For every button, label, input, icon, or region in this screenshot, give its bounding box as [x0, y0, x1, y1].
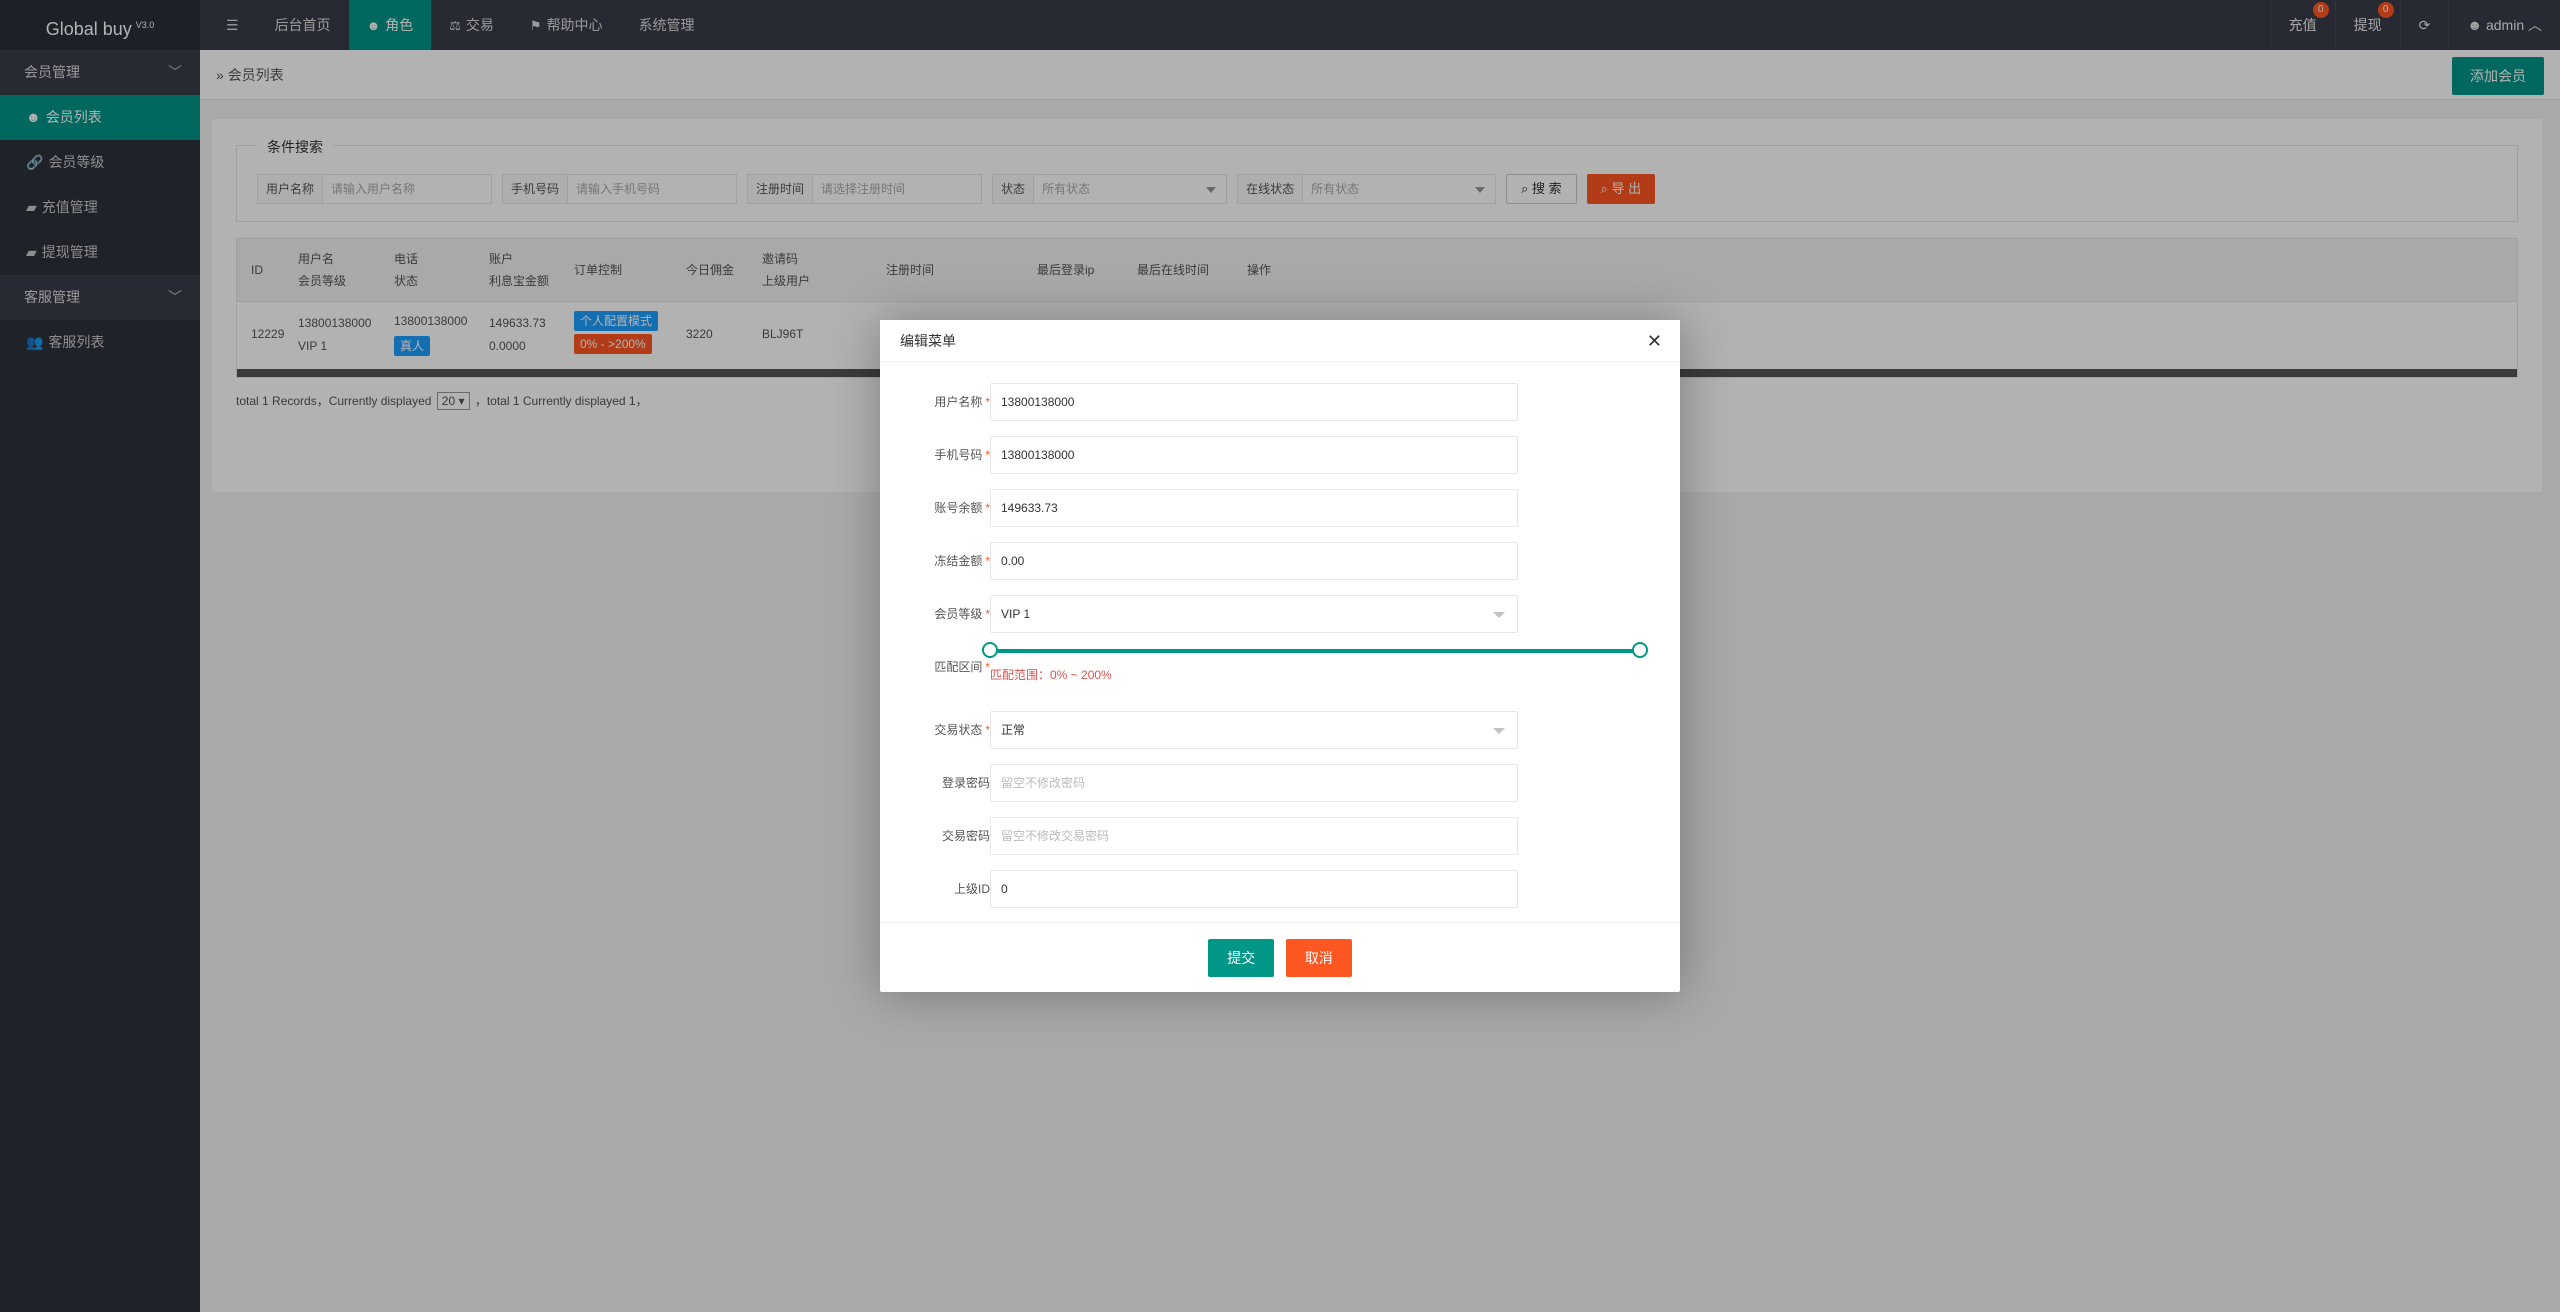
form-row-login-password: 登录密码 留空不修改密码: [880, 764, 1680, 802]
trade-password-field[interactable]: 留空不修改交易密码: [990, 817, 1518, 855]
parent-id-field[interactable]: 0: [990, 870, 1518, 908]
level-select[interactable]: VIP 1: [990, 595, 1518, 633]
form-row-balance: 账号余额 * 149633.73: [880, 489, 1680, 527]
close-icon[interactable]: ✕: [1647, 320, 1662, 362]
login-password-label: 登录密码: [941, 776, 990, 790]
parent-id-label: 上级ID: [953, 882, 990, 896]
caret-down-icon: [1493, 612, 1505, 618]
phone-label: 手机号码 *: [934, 436, 990, 474]
form-row-frozen: 冻结金额 * 0.00: [880, 542, 1680, 580]
dialog-footer: 提交 取消: [880, 922, 1680, 992]
trade-status-label-text: 交易状态: [934, 723, 983, 737]
form-row-parent-id: 上级ID 0: [880, 870, 1680, 908]
submit-button[interactable]: 提交: [1208, 939, 1275, 977]
range-slider-track[interactable]: [990, 649, 1640, 653]
username-field[interactable]: 13800138000: [990, 383, 1518, 421]
trade-status-value: 正常: [1001, 723, 1026, 737]
frozen-label-text: 冻结金额: [934, 554, 983, 568]
frozen-field[interactable]: 0.00: [990, 542, 1518, 580]
balance-label: 账号余额 *: [934, 489, 990, 527]
dialog-title: 编辑菜单: [900, 333, 956, 349]
balance-label-text: 账号余额: [934, 501, 983, 515]
frozen-label: 冻结金额 *: [934, 542, 990, 580]
dialog-header: 编辑菜单 ✕: [880, 320, 1680, 362]
range-slider-min-handle[interactable]: [982, 642, 998, 658]
range-slider-max-handle[interactable]: [1632, 642, 1648, 658]
level-select-value: VIP 1: [1001, 607, 1031, 621]
trade-password-label: 交易密码: [941, 829, 990, 843]
form-row-username: 用户名称 * 13800138000: [880, 383, 1680, 421]
phone-label-text: 手机号码: [934, 448, 983, 462]
form-row-phone: 手机号码 * 13800138000: [880, 436, 1680, 474]
range-label: 匹配区间 *: [934, 648, 990, 686]
trade-status-label: 交易状态 *: [934, 711, 990, 749]
cancel-button[interactable]: 取消: [1285, 939, 1352, 977]
login-password-field[interactable]: 留空不修改密码: [990, 764, 1518, 802]
balance-field[interactable]: 149633.73: [990, 489, 1518, 527]
level-label: 会员等级 *: [934, 595, 990, 633]
range-tip: 匹配范围：0% ~ 200%: [990, 668, 1112, 682]
trade-status-select[interactable]: 正常: [990, 711, 1518, 749]
username-label-text: 用户名称: [934, 395, 983, 409]
level-label-text: 会员等级: [934, 607, 983, 621]
edit-member-dialog: 编辑菜单 ✕ 用户名称 * 13800138000 手机号码 * 138001380…: [880, 320, 1680, 992]
form-row-trade-password: 交易密码 留空不修改交易密码: [880, 817, 1680, 855]
form-row-level: 会员等级 * VIP 1: [880, 595, 1680, 633]
caret-down-icon: [1493, 728, 1505, 734]
username-label: 用户名称 *: [934, 383, 990, 421]
range-label-text: 匹配区间: [934, 660, 983, 674]
form-row-trade-status: 交易状态 * 正常: [880, 711, 1680, 749]
phone-field[interactable]: 13800138000: [990, 436, 1518, 474]
